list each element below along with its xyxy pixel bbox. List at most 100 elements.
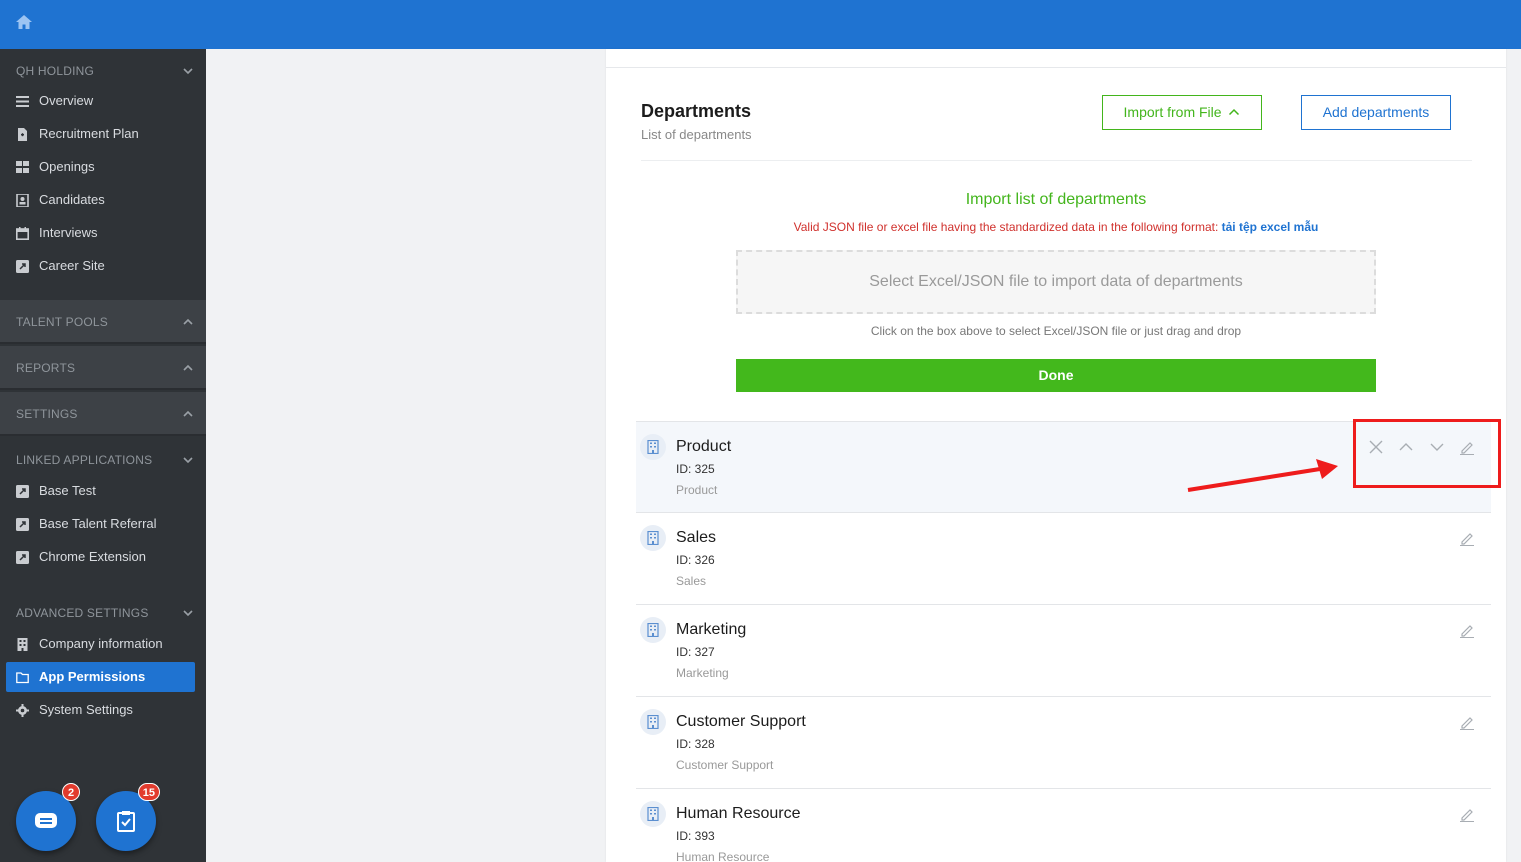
page-title: Departments <box>641 101 752 121</box>
department-row[interactable]: Marketing ID: 327 Marketing <box>636 605 1491 697</box>
department-description: Product <box>676 483 718 497</box>
sidebar-item-interviews[interactable]: Interviews <box>6 218 195 248</box>
sidebar-item-label: Interviews <box>39 225 98 240</box>
building-icon <box>647 623 659 637</box>
sidebar-item-label: Overview <box>39 93 94 108</box>
contact-card-icon <box>16 194 29 207</box>
sidebar-item-system-settings[interactable]: System Settings <box>6 695 195 725</box>
edit-icon[interactable] <box>1459 806 1475 822</box>
department-id: ID: 393 <box>676 829 715 843</box>
sidebar-item-label: Openings <box>39 159 95 174</box>
sidebar-item-label: Career Site <box>39 258 105 273</box>
sidebar-item-label: Candidates <box>39 192 105 207</box>
sidebar-item-overview[interactable]: Overview <box>6 86 195 116</box>
edit-icon[interactable] <box>1459 714 1475 730</box>
department-id: ID: 327 <box>676 645 715 659</box>
import-title: Import list of departments <box>965 191 1147 208</box>
chevron-up-icon <box>1229 108 1240 116</box>
building-icon <box>17 638 28 651</box>
button-label: Done <box>1038 367 1074 383</box>
sidebar-item-base-talent-referral[interactable]: Base Talent Referral <box>6 509 195 539</box>
divider <box>606 67 1506 68</box>
building-icon <box>647 440 659 454</box>
calendar-icon <box>16 227 29 240</box>
section-title: REPORTS <box>16 361 76 375</box>
department-name: Marketing <box>676 621 747 638</box>
department-description: Sales <box>676 574 707 588</box>
button-label: Add departments <box>1322 104 1430 120</box>
department-description: Marketing <box>676 666 729 680</box>
sidebar-item-label: Base Test <box>39 483 96 498</box>
chat-fab-button[interactable]: 2 <box>16 783 80 851</box>
menu-icon <box>16 96 29 107</box>
sidebar-item-label: Recruitment Plan <box>39 126 139 141</box>
chevron-up-icon <box>183 318 193 325</box>
department-name: Product <box>676 438 732 455</box>
sidebar-item-chrome-extension[interactable]: Chrome Extension <box>6 542 195 572</box>
annotation-arrow-icon <box>1187 459 1338 492</box>
sidebar-item-company-information[interactable]: Company information <box>6 629 195 659</box>
external-link-icon <box>16 518 29 531</box>
sidebar-item-openings[interactable]: Openings <box>6 152 195 182</box>
folder-icon <box>16 672 29 684</box>
notification-badge: 15 <box>137 783 160 801</box>
sidebar-section-reports[interactable]: REPORTS <box>0 346 206 390</box>
department-id: ID: 326 <box>676 553 715 567</box>
external-link-icon <box>16 485 29 498</box>
sidebar-item-label: App Permissions <box>39 669 146 684</box>
add-departments-button[interactable]: Add departments <box>1301 95 1451 130</box>
sidebar-item-label: System Settings <box>39 702 133 717</box>
grid-icon <box>16 161 29 173</box>
sidebar-item-label: Base Talent Referral <box>39 516 157 531</box>
building-icon <box>647 531 659 545</box>
done-button[interactable]: Done <box>736 359 1376 392</box>
import-format-note: Valid JSON file or excel file having the… <box>606 220 1506 234</box>
chevron-up-icon <box>183 410 193 417</box>
sidebar-item-base-test[interactable]: Base Test <box>6 476 195 506</box>
chevron-down-icon <box>183 457 193 464</box>
notification-badge: 2 <box>62 783 80 801</box>
chevron-down-icon <box>183 610 193 617</box>
external-link-icon <box>16 260 29 273</box>
department-row[interactable]: Human Resource ID: 393 Human Resource <box>636 789 1491 862</box>
sidebar-section-talent-pools[interactable]: TALENT POOLS <box>0 300 206 344</box>
highlight-box <box>1353 419 1501 488</box>
department-description: Customer Support <box>676 758 774 772</box>
edit-icon[interactable] <box>1459 530 1475 546</box>
file-dropzone[interactable]: Select Excel/JSON file to import data of… <box>736 250 1376 314</box>
page-subtitle: List of departments <box>641 127 752 142</box>
sidebar-section-settings[interactable]: SETTINGS <box>0 392 206 436</box>
department-row[interactable]: Sales ID: 326 Sales <box>636 513 1491 605</box>
top-bar <box>0 0 1521 49</box>
department-name: Customer Support <box>676 713 806 730</box>
tasks-fab-button[interactable]: 15 <box>96 783 160 851</box>
sidebar-item-label: Company information <box>39 636 163 651</box>
gear-icon <box>16 704 29 717</box>
sidebar: QH HOLDING Overview Recruitment Plan Ope… <box>0 49 206 862</box>
department-id: ID: 325 <box>676 462 715 476</box>
edit-icon[interactable] <box>1459 622 1475 638</box>
section-title: LINKED APPLICATIONS <box>16 453 153 467</box>
section-title: SETTINGS <box>16 407 78 421</box>
divider <box>641 160 1472 161</box>
chevron-up-icon <box>183 364 193 371</box>
department-name: Human Resource <box>676 805 801 822</box>
section-title: TALENT POOLS <box>16 315 108 329</box>
sidebar-item-career-site[interactable]: Career Site <box>6 251 195 281</box>
department-description: Human Resource <box>676 850 770 862</box>
building-icon <box>647 807 659 821</box>
chevron-down-icon <box>183 68 193 75</box>
section-title: QH HOLDING <box>16 64 95 78</box>
sidebar-item-label: Chrome Extension <box>39 549 146 564</box>
document-plus-icon <box>18 128 27 141</box>
sidebar-item-candidates[interactable]: Candidates <box>6 185 195 215</box>
home-icon[interactable] <box>14 12 34 32</box>
sidebar-item-recruitment-plan[interactable]: Recruitment Plan <box>6 119 195 149</box>
department-row[interactable]: Customer Support ID: 328 Customer Suppor… <box>636 697 1491 789</box>
sidebar-item-app-permissions[interactable]: App Permissions <box>6 662 195 692</box>
note-text: Valid JSON file or excel file having the… <box>793 220 1222 234</box>
import-from-file-button[interactable]: Import from File <box>1102 95 1262 130</box>
clipboard-check-icon <box>117 811 135 832</box>
download-template-link[interactable]: tải tệp excel mẫu <box>1222 220 1319 234</box>
department-id: ID: 328 <box>676 737 715 751</box>
